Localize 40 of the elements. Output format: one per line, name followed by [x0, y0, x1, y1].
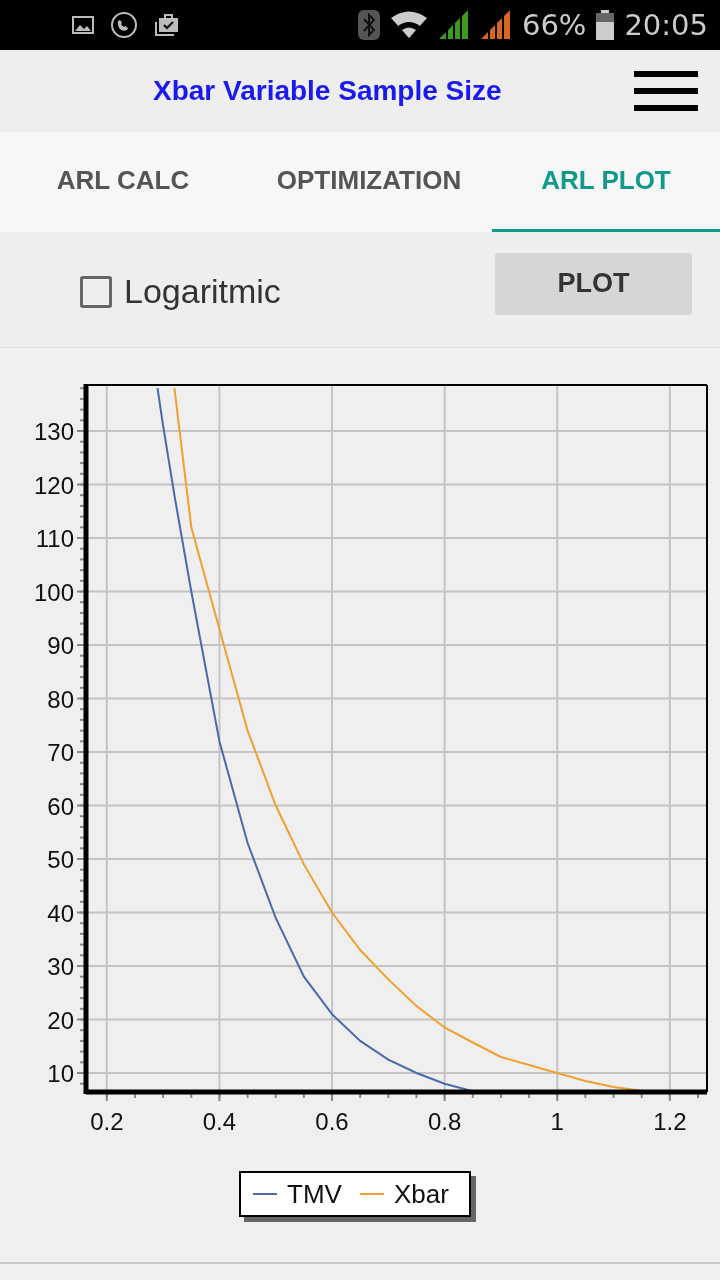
wifi-icon	[389, 11, 428, 39]
legend-label: Xbar	[393, 1178, 449, 1210]
menu-icon[interactable]	[634, 69, 698, 113]
legend-line-icon	[359, 1192, 384, 1196]
x-tick-label: 0.6	[315, 1108, 349, 1135]
y-tick-label: 40	[47, 899, 74, 927]
y-tick-label: 50	[47, 846, 74, 873]
signal-icon	[437, 10, 470, 40]
x-tick-label: 0.4	[202, 1108, 237, 1135]
y-tick-label: 100	[33, 578, 74, 606]
signal-icon	[479, 10, 512, 40]
y-tick-label: 90	[47, 632, 74, 659]
legend-line-icon	[253, 1192, 277, 1196]
y-tick-label: 110	[35, 525, 74, 552]
y-tick-label: 130	[33, 418, 74, 445]
checkbox[interactable]	[80, 275, 112, 308]
x-tick-label: 0.2	[90, 1108, 124, 1135]
tab[interactable]: ARL CALC	[0, 132, 246, 232]
y-tick-label: 70	[47, 739, 74, 766]
briefcase-icon	[154, 13, 180, 37]
y-tick-label: 120	[33, 471, 74, 499]
tab[interactable]: OPTIMIZATION	[246, 132, 492, 232]
plot-button[interactable]: PLOT	[495, 252, 692, 315]
legend-label: TMV	[287, 1178, 342, 1210]
image-icon	[72, 15, 94, 35]
battery-percentage: 66%	[521, 8, 587, 42]
x-tick-label: 1	[550, 1108, 564, 1135]
y-tick-label: 80	[47, 685, 74, 713]
y-tick-label: 10	[47, 1060, 74, 1087]
y-tick-label: 60	[47, 792, 74, 820]
y-tick-label: 20	[47, 1006, 74, 1034]
x-tick-label: 0.8	[427, 1108, 462, 1135]
app-title: Xbar Variable Sample Size	[153, 75, 502, 107]
phone-icon	[110, 11, 138, 39]
y-tick-label: 30	[47, 953, 74, 980]
x-tick-label: 1.2	[653, 1108, 687, 1135]
clock: 20:05	[624, 8, 708, 42]
battery-icon	[596, 10, 615, 40]
bluetooth-icon	[357, 10, 380, 40]
logarithmic-checkbox[interactable]: Logaritmic	[80, 272, 281, 311]
